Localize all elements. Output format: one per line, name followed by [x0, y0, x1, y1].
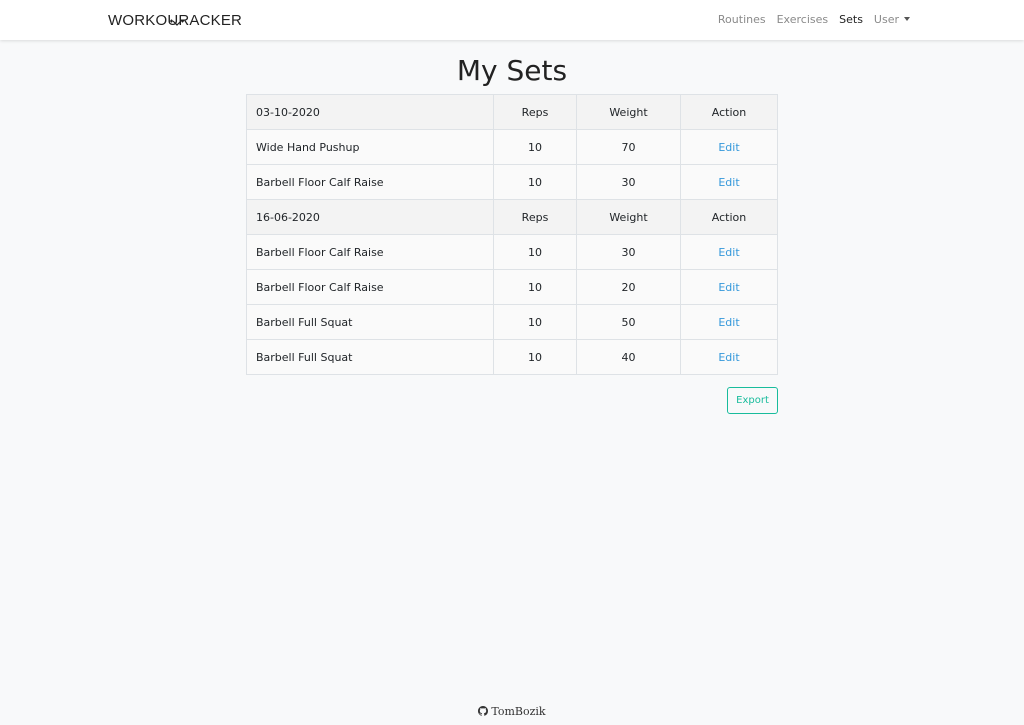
footer-author: TomBozik — [491, 705, 546, 718]
nav-links: Routines Exercises Sets User — [718, 13, 910, 26]
action-cell: Edit — [680, 339, 778, 375]
weight-cell: 30 — [576, 164, 681, 200]
table-row: Barbell Floor Calf Raise 10 30 Edit — [246, 164, 778, 200]
weight-cell: 30 — [576, 234, 681, 270]
reps-header: Reps — [493, 94, 577, 130]
exercise-cell: Barbell Full Squat — [246, 304, 494, 340]
nav-user-dropdown[interactable]: User — [874, 13, 910, 26]
nav-user-label: User — [873, 13, 899, 26]
brand-text-end: RACKER — [178, 12, 243, 29]
exercise-cell: Barbell Floor Calf Raise — [246, 269, 494, 305]
caret-down-icon — [904, 17, 910, 21]
action-header: Action — [680, 94, 778, 130]
weight-header: Weight — [576, 199, 681, 235]
table-row: Barbell Full Squat 10 50 Edit — [246, 304, 778, 340]
reps-cell: 10 — [493, 234, 577, 270]
weight-cell: 50 — [576, 304, 681, 340]
reps-cell: 10 — [493, 304, 577, 340]
date-cell: 03-10-2020 — [246, 94, 494, 130]
edit-link[interactable]: Edit — [718, 281, 739, 294]
action-cell: Edit — [680, 269, 778, 305]
footer: TomBozik — [0, 705, 1024, 718]
table-row: Barbell Floor Calf Raise 10 20 Edit — [246, 269, 778, 305]
brand-logo[interactable]: WORKOU RACKER — [108, 12, 242, 29]
weight-cell: 40 — [576, 339, 681, 375]
action-cell: Edit — [680, 164, 778, 200]
action-cell: Edit — [680, 129, 778, 165]
reps-cell: 10 — [493, 164, 577, 200]
footer-github-link[interactable]: TomBozik — [478, 705, 546, 718]
reps-header: Reps — [493, 199, 577, 235]
edit-link[interactable]: Edit — [718, 246, 739, 259]
reps-cell: 10 — [493, 129, 577, 165]
weight-cell: 20 — [576, 269, 681, 305]
exercise-cell: Barbell Floor Calf Raise — [246, 234, 494, 270]
date-group-header: 03-10-2020 Reps Weight Action — [246, 94, 778, 130]
action-cell: Edit — [680, 304, 778, 340]
exercise-cell: Barbell Full Squat — [246, 339, 494, 375]
date-cell: 16-06-2020 — [246, 199, 494, 235]
edit-link[interactable]: Edit — [718, 176, 739, 189]
sets-table: 03-10-2020 Reps Weight Action Wide Hand … — [246, 94, 778, 375]
date-group-header: 16-06-2020 Reps Weight Action — [246, 199, 778, 235]
nav-routines[interactable]: Routines — [718, 13, 766, 26]
edit-link[interactable]: Edit — [718, 316, 739, 329]
action-cell: Edit — [680, 234, 778, 270]
reps-cell: 10 — [493, 269, 577, 305]
github-icon — [478, 706, 489, 716]
exercise-cell: Wide Hand Pushup — [246, 129, 494, 165]
export-button[interactable]: Export — [727, 387, 778, 414]
weight-header: Weight — [576, 94, 681, 130]
brand-text-start: WORKOU — [108, 12, 179, 29]
reps-cell: 10 — [493, 339, 577, 375]
table-row: Barbell Full Squat 10 40 Edit — [246, 339, 778, 375]
nav-exercises[interactable]: Exercises — [777, 13, 829, 26]
action-header: Action — [680, 199, 778, 235]
page-title: My Sets — [456, 54, 568, 87]
navbar: WORKOU RACKER Routines Exercises Sets Use… — [0, 0, 1024, 40]
table-row: Wide Hand Pushup 10 70 Edit — [246, 129, 778, 165]
exercise-cell: Barbell Floor Calf Raise — [246, 164, 494, 200]
weight-cell: 70 — [576, 129, 681, 165]
nav-sets[interactable]: Sets — [839, 13, 863, 26]
table-row: Barbell Floor Calf Raise 10 30 Edit — [246, 234, 778, 270]
edit-link[interactable]: Edit — [718, 351, 739, 364]
edit-link[interactable]: Edit — [718, 141, 739, 154]
